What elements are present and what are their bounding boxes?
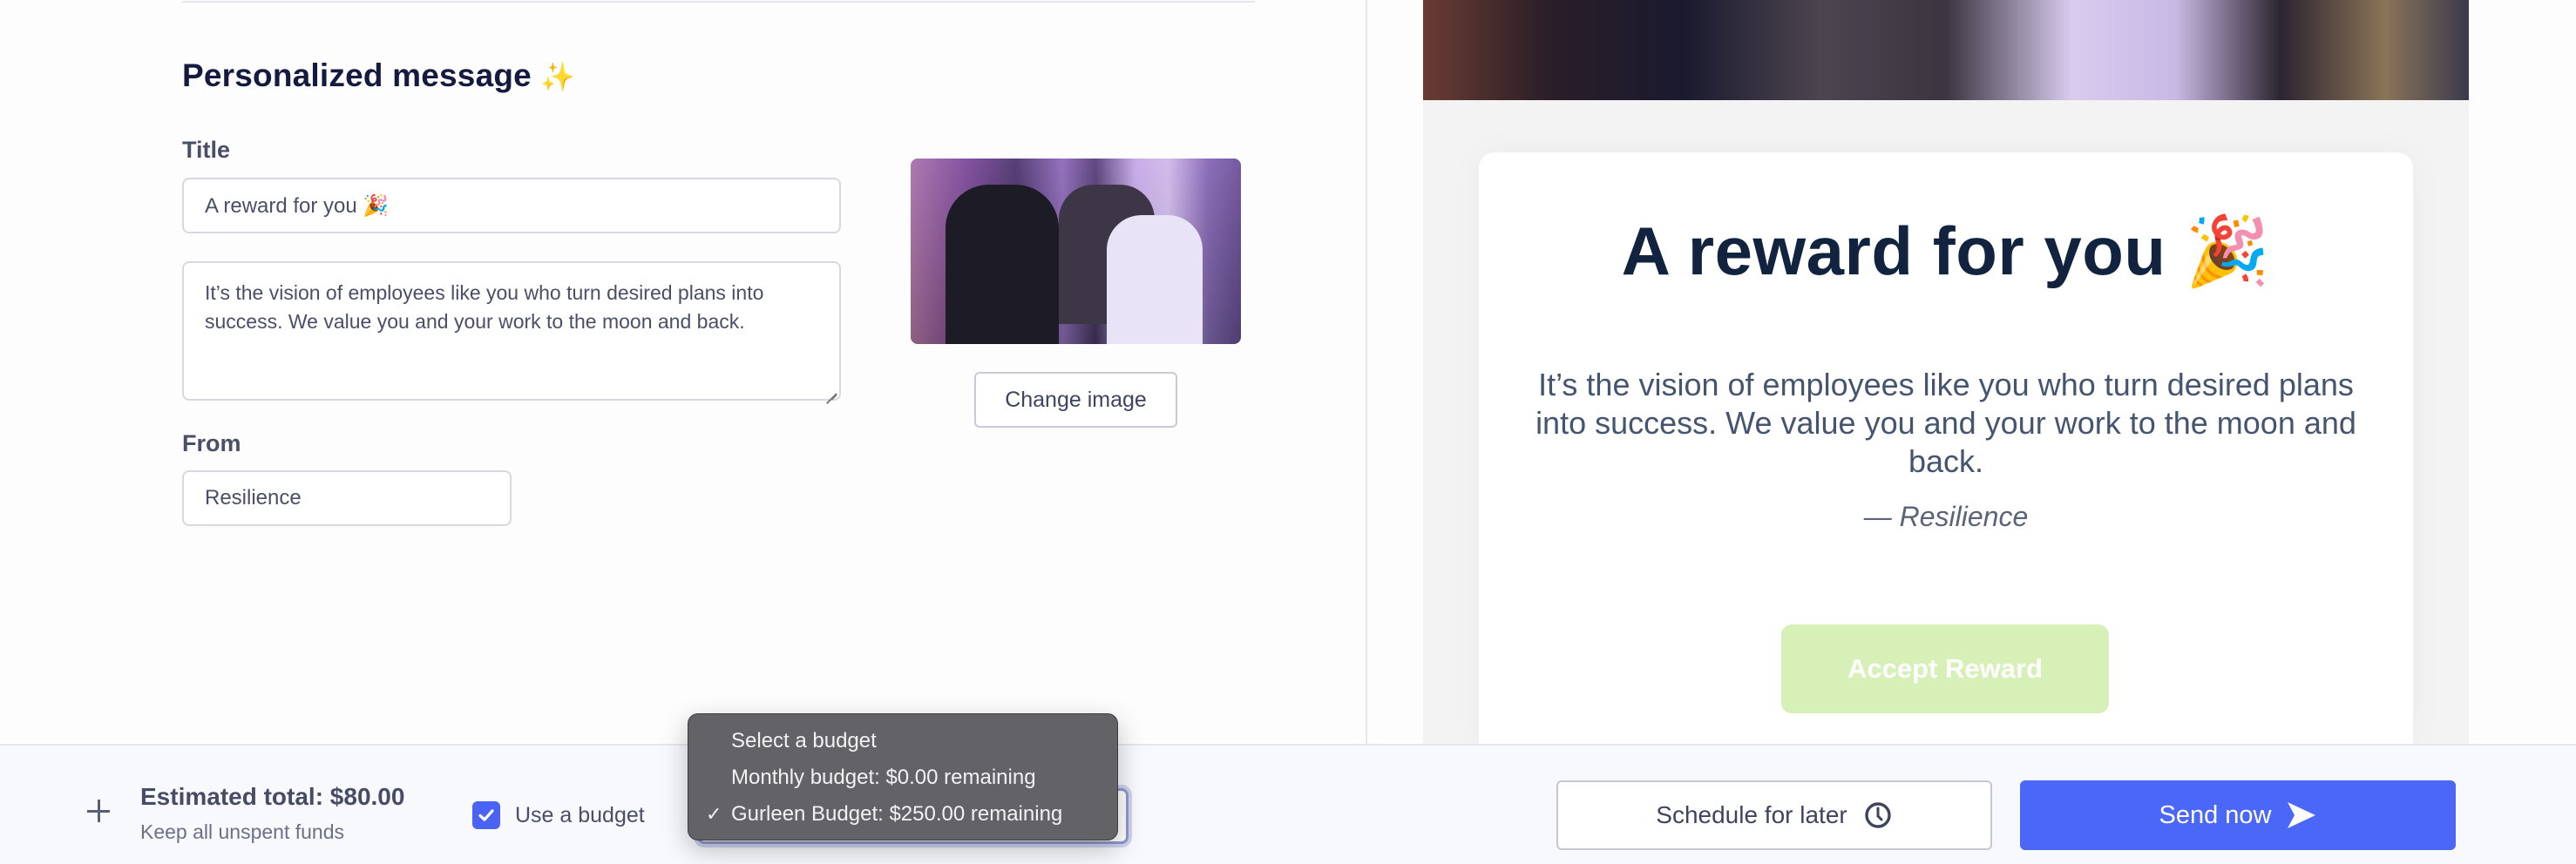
from-input-value: Resilience (205, 486, 302, 510)
schedule-button-label: Schedule for later (1656, 801, 1847, 828)
pane-divider (1366, 0, 1367, 744)
budget-option[interactable]: Select a budget (688, 723, 1117, 759)
use-budget-label[interactable]: Use a budget (515, 803, 645, 828)
send-arrow-icon (2287, 802, 2315, 828)
accept-reward-button: Accept Reward (1781, 624, 2109, 713)
message-textarea-value: It’s the vision of employees like you wh… (205, 281, 764, 333)
change-image-button[interactable]: Change image (974, 372, 1177, 428)
budget-option-label: Gurleen Budget: $250.00 remaining (731, 802, 1063, 826)
budget-option-selected[interactable]: ✓ Gurleen Budget: $250.00 remaining (688, 796, 1117, 833)
reward-gif-image (911, 159, 1241, 344)
section-title: Personalized message ✨ (182, 57, 575, 94)
preview-card: A reward for you 🎉 It’s the vision of em… (1479, 152, 2413, 744)
message-textarea[interactable]: It’s the vision of employees like you wh… (182, 261, 841, 401)
title-input[interactable]: A reward for you 🎉 (182, 178, 841, 233)
send-reward-page: Personalized message ✨ Title A reward fo… (0, 0, 2576, 864)
budget-option-label: Select a budget (731, 729, 877, 753)
preview-from: — Resilience (1863, 501, 2029, 532)
budget-dropdown-menu: Select a budget Monthly budget: $0.00 re… (688, 713, 1118, 840)
preview-title: A reward for you 🎉 (1621, 213, 2271, 289)
preview-banner-image (1423, 0, 2469, 100)
message-editor-pane: Personalized message ✨ Title A reward fo… (0, 0, 1366, 744)
check-icon: ✓ (706, 803, 722, 825)
schedule-for-later-button[interactable]: Schedule for later (1556, 780, 1992, 850)
budget-option-label: Monthly budget: $0.00 remaining (731, 766, 1036, 789)
use-budget-checkbox[interactable] (472, 801, 500, 829)
send-button-label: Send now (2159, 800, 2272, 829)
send-now-button[interactable]: Send now (2020, 780, 2456, 850)
sparkles-icon: ✨ (540, 61, 576, 92)
plus-icon[interactable] (87, 800, 110, 822)
section-divider (182, 1, 1255, 3)
title-input-value: A reward for you 🎉 (205, 193, 390, 218)
from-label: From (182, 430, 241, 456)
estimated-total: Estimated total: $80.00 (140, 783, 405, 810)
title-label: Title (182, 137, 231, 163)
preview-message: It’s the vision of employees like you wh… (1535, 367, 2356, 479)
unspent-funds-note: Keep all unspent funds (140, 820, 345, 843)
clock-icon (1865, 802, 1891, 828)
budget-option[interactable]: Monthly budget: $0.00 remaining (688, 759, 1117, 796)
section-title-text: Personalized message (182, 57, 532, 93)
checkmark-icon (478, 809, 494, 821)
from-input[interactable]: Resilience (182, 470, 512, 526)
resize-handle-icon[interactable] (824, 384, 837, 396)
